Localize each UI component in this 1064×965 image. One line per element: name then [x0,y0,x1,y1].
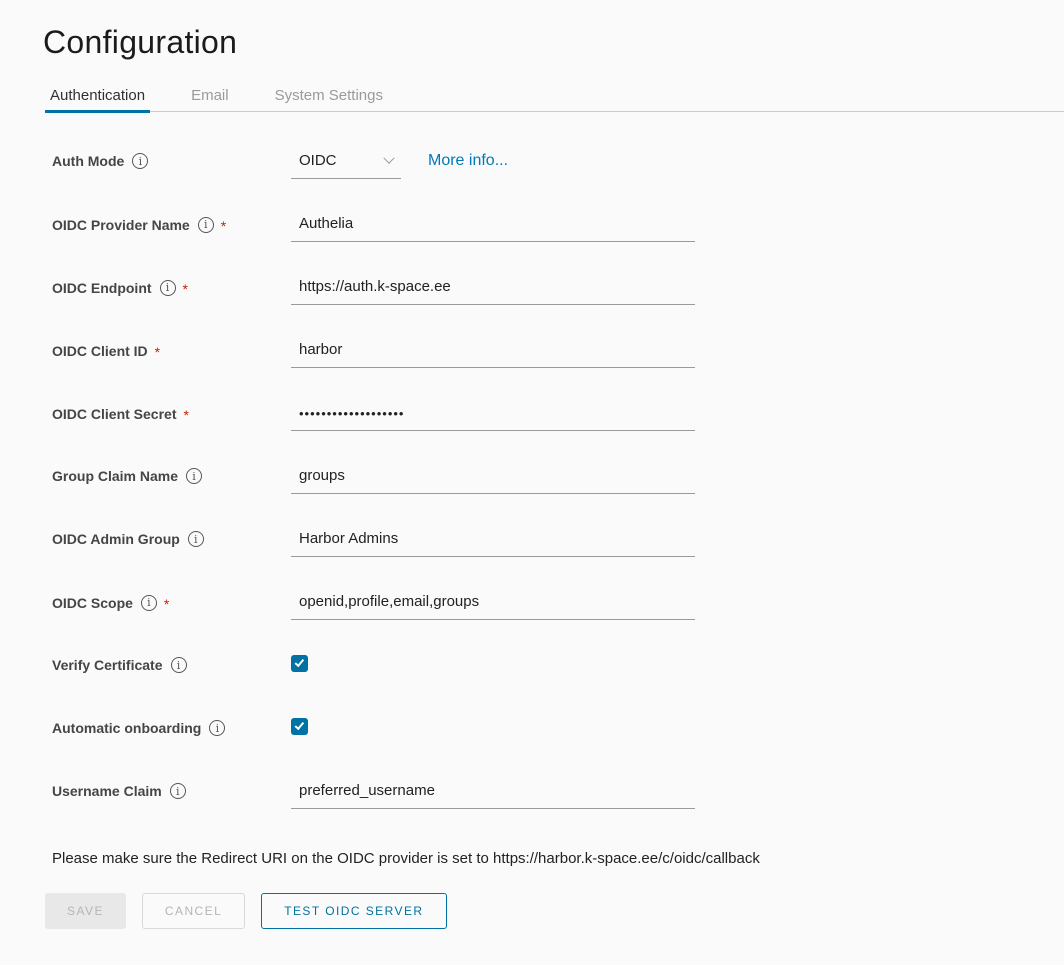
field-label: OIDC Provider Name [52,217,190,233]
info-icon[interactable]: i [141,595,157,611]
username-claim-control [291,782,695,809]
oidc-provider-name-input[interactable] [291,215,695,242]
form-row-automatic-onboarding: Automatic onboarding i [52,719,1064,748]
oidc-client-secret-input[interactable] [291,404,695,431]
field-label: OIDC Endpoint [52,280,152,296]
oidc-endpoint-control [291,278,695,305]
verify-certificate-control [291,656,308,672]
page-title: Configuration [43,24,1064,61]
form-row-oidc-client-secret: OIDC Client Secret * [52,404,1064,433]
form-row-oidc-endpoint: OIDC Endpoint i * [52,278,1064,307]
oidc-provider-name-control [291,215,695,242]
select-value: OIDC [299,152,337,169]
configuration-page: Configuration Authentication Email System … [0,0,1064,929]
group-claim-name-input[interactable] [291,467,695,494]
field-label: Auth Mode [52,153,124,169]
tab-system-settings[interactable]: System Settings [270,79,388,113]
save-button[interactable]: SAVE [45,893,126,929]
field-label: Group Claim Name [52,468,178,484]
oidc-endpoint-input[interactable] [291,278,695,305]
required-asterisk: * [183,405,188,422]
form-row-group-claim-name: Group Claim Name i [52,467,1064,496]
required-asterisk: * [164,594,169,611]
info-icon[interactable]: i [132,153,148,169]
oidc-admin-group-input[interactable] [291,530,695,557]
test-oidc-server-button[interactable]: TEST OIDC SERVER [261,893,446,929]
chevron-down-icon [383,152,394,163]
form-row-oidc-provider-name: OIDC Provider Name i * [52,215,1064,244]
auth-form: Auth Mode i OIDC More info... OIDC Provider … [52,152,1064,811]
automatic-onboarding-checkbox[interactable] [291,718,308,735]
field-label-group: Username Claim i [52,782,291,799]
field-label-group: OIDC Client Secret * [52,404,291,422]
form-row-oidc-admin-group: OIDC Admin Group i [52,530,1064,559]
oidc-scope-input[interactable] [291,593,695,620]
more-info-link[interactable]: More info... [428,152,508,170]
tab-bar: Authentication Email System Settings [45,79,1064,112]
form-row-username-claim: Username Claim i [52,782,1064,811]
required-asterisk: * [221,216,226,233]
field-label: OIDC Admin Group [52,531,180,547]
info-icon[interactable]: i [188,531,204,547]
field-label: Username Claim [52,783,162,799]
redirect-uri-note: Please make sure the Redirect URI on the… [52,850,1064,867]
info-icon[interactable]: i [186,468,202,484]
info-icon[interactable]: i [170,783,186,799]
oidc-client-id-input[interactable] [291,341,695,368]
form-row-verify-certificate: Verify Certificate i [52,656,1064,685]
field-label-group: Auth Mode i [52,152,291,169]
verify-certificate-checkbox[interactable] [291,655,308,672]
field-label-group: OIDC Provider Name i * [52,215,291,233]
action-buttons: SAVE CANCEL TEST OIDC SERVER [45,893,1064,929]
form-row-auth-mode: Auth Mode i OIDC More info... [52,152,1064,181]
checkmark-icon [295,657,305,667]
field-label-group: OIDC Endpoint i * [52,278,291,296]
oidc-admin-group-control [291,530,695,557]
oidc-client-secret-control [291,404,695,431]
oidc-client-id-control [291,341,695,368]
automatic-onboarding-control [291,719,308,735]
form-row-oidc-scope: OIDC Scope i * [52,593,1064,622]
group-claim-name-control [291,467,695,494]
field-label-group: OIDC Admin Group i [52,530,291,547]
field-label: OIDC Scope [52,595,133,611]
field-label: OIDC Client Secret [52,406,176,422]
tab-authentication[interactable]: Authentication [45,79,150,113]
field-label-group: OIDC Client ID * [52,341,291,359]
auth-mode-control: OIDC More info... [291,152,508,179]
field-label-group: OIDC Scope i * [52,593,291,611]
auth-mode-select[interactable]: OIDC [291,152,401,179]
field-label-group: Verify Certificate i [52,656,291,673]
cancel-button[interactable]: CANCEL [142,893,245,929]
field-label-group: Automatic onboarding i [52,719,291,736]
username-claim-input[interactable] [291,782,695,809]
tab-email[interactable]: Email [186,79,234,113]
form-row-oidc-client-id: OIDC Client ID * [52,341,1064,370]
info-icon[interactable]: i [171,657,187,673]
required-asterisk: * [183,279,188,296]
info-icon[interactable]: i [198,217,214,233]
checkmark-icon [295,720,305,730]
required-asterisk: * [155,342,160,359]
info-icon[interactable]: i [209,720,225,736]
field-label: Automatic onboarding [52,720,201,736]
field-label-group: Group Claim Name i [52,467,291,484]
field-label: OIDC Client ID [52,343,148,359]
oidc-scope-control [291,593,695,620]
field-label: Verify Certificate [52,657,163,673]
info-icon[interactable]: i [160,280,176,296]
